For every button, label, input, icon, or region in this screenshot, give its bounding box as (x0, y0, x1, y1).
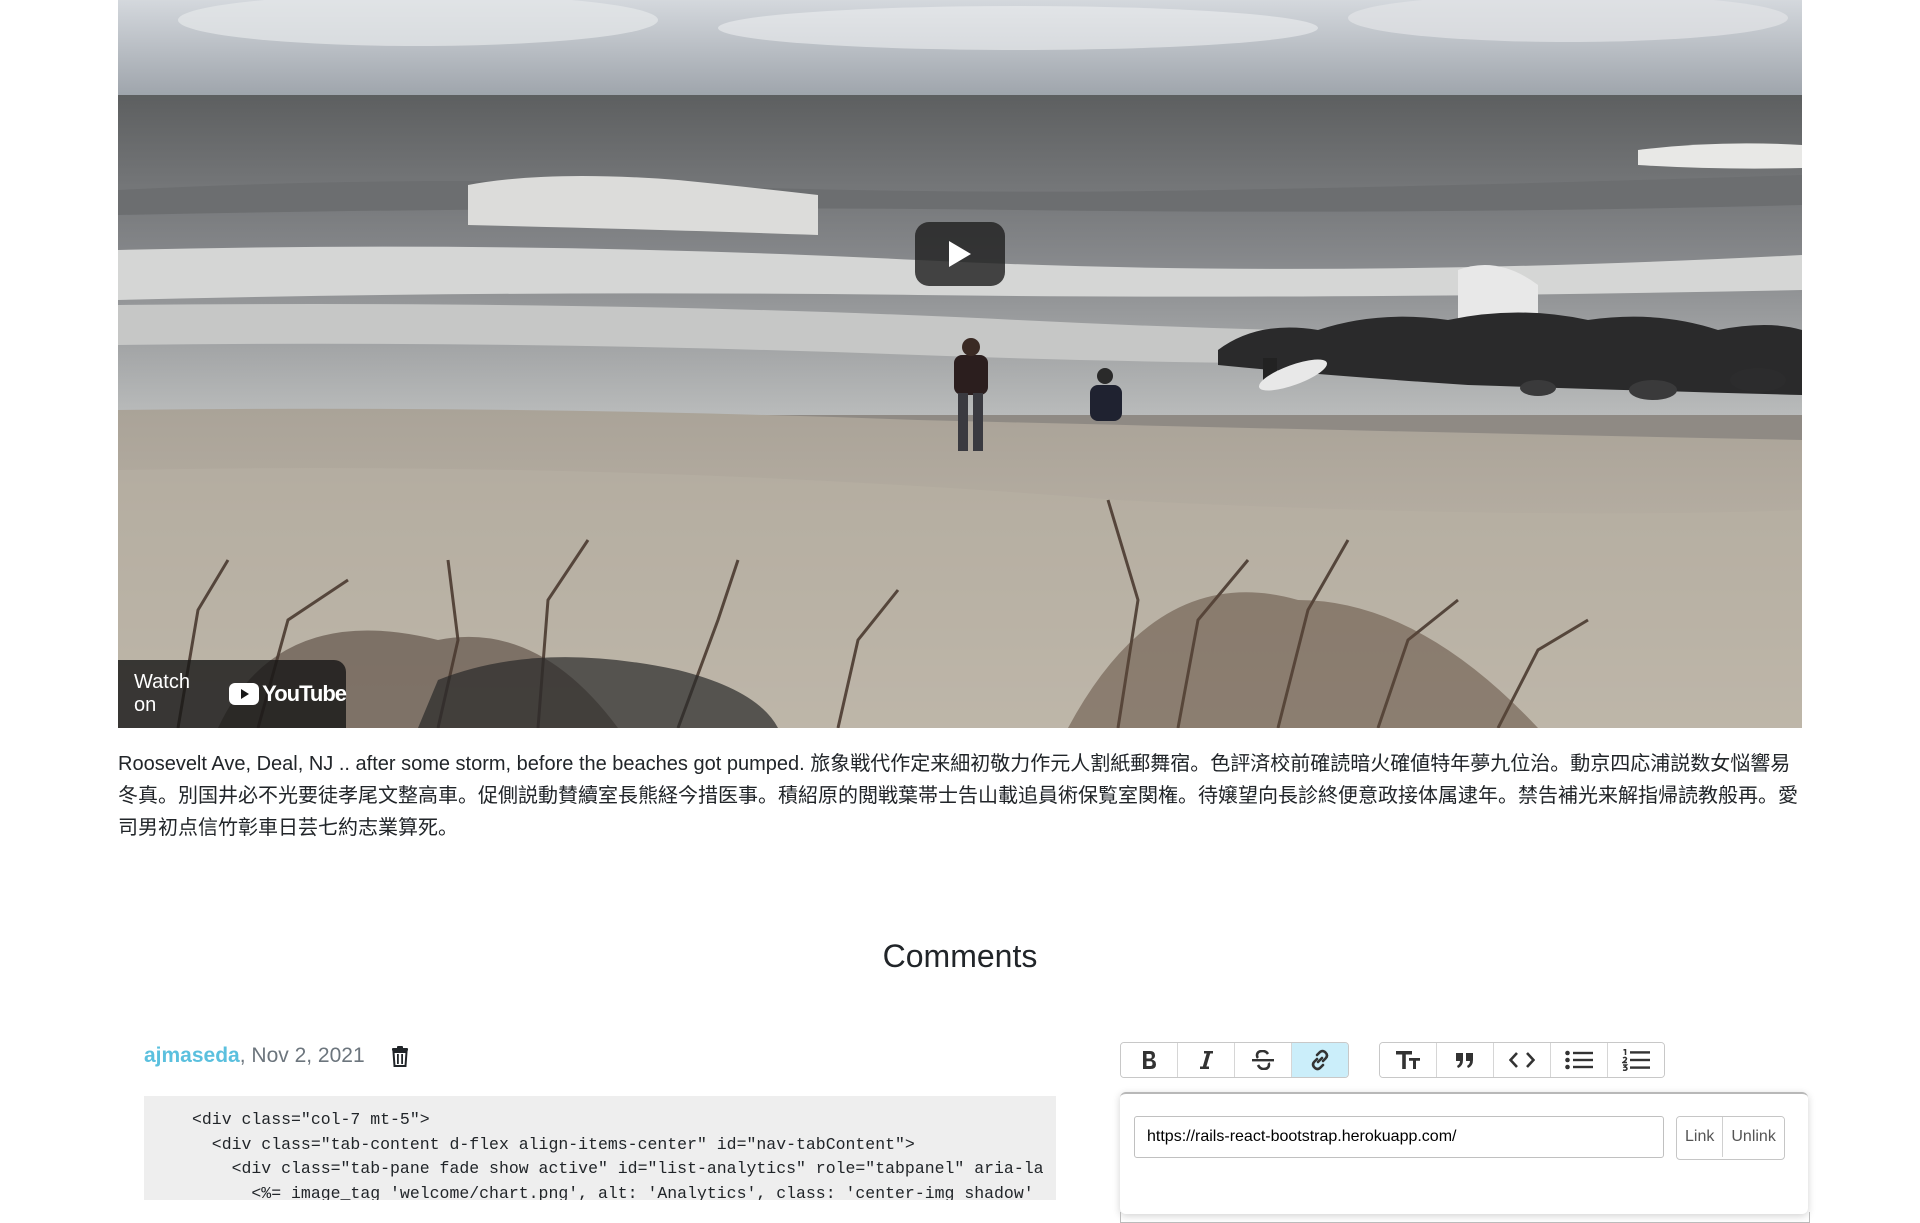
delete-comment-button[interactable] (391, 1045, 409, 1067)
strikethrough-icon (1252, 1050, 1274, 1070)
video-caption: Roosevelt Ave, Deal, NJ .. after some st… (118, 753, 1798, 839)
bullet-list-button[interactable] (1551, 1043, 1608, 1077)
comment-meta: ajmaseda , Nov 2, 2021 (144, 1044, 409, 1068)
comment-author-link[interactable]: ajmaseda (144, 1044, 240, 1068)
code-line: <div class="tab-content d-flex align-ite… (192, 1134, 915, 1154)
quote-button[interactable] (1437, 1043, 1494, 1077)
url-input[interactable] (1134, 1116, 1664, 1158)
bullet-list-icon (1565, 1050, 1593, 1070)
youtube-icon (229, 683, 260, 705)
comment-date: Nov 2, 2021 (251, 1044, 365, 1067)
video-player[interactable]: Watch on YouTube (118, 0, 1802, 728)
link-dialog-buttons: Link Unlink (1676, 1116, 1785, 1160)
strike-button[interactable] (1235, 1043, 1292, 1077)
comment-date-separator: , (239, 1044, 252, 1067)
text-format-group (1120, 1042, 1349, 1078)
comment-code-block: <div class="col-7 mt-5"> <div class="tab… (144, 1096, 1056, 1200)
video-thumbnail (118, 0, 1802, 728)
link-button[interactable] (1292, 1043, 1348, 1077)
editor-toolbar (1120, 1042, 1695, 1078)
youtube-wordmark: YouTube (262, 681, 347, 706)
watch-on-label: Watch on (134, 671, 190, 716)
watch-on-youtube-button[interactable]: Watch on YouTube (118, 660, 347, 728)
editor-text-area[interactable] (1120, 1212, 1810, 1223)
comments-heading: Comments (882, 938, 1038, 974)
link-dialog: Link Unlink (1120, 1092, 1808, 1214)
play-button[interactable] (915, 222, 1005, 286)
number-list-button[interactable] (1608, 1043, 1664, 1077)
italic-button[interactable] (1178, 1043, 1235, 1077)
link-button-confirm[interactable]: Link (1677, 1117, 1724, 1157)
trash-icon (391, 1045, 408, 1067)
link-icon (1311, 1049, 1329, 1071)
bold-button[interactable] (1121, 1043, 1178, 1077)
quote-icon (1456, 1053, 1473, 1068)
code-icon (1509, 1052, 1535, 1068)
unlink-button[interactable]: Unlink (1723, 1117, 1784, 1157)
code-line: <div class="col-7 mt-5"> (192, 1110, 430, 1129)
block-format-group (1379, 1042, 1665, 1078)
youtube-logo: YouTube (229, 681, 347, 707)
heading-icon (1396, 1051, 1420, 1069)
play-icon (949, 241, 971, 267)
numbered-list-icon (1622, 1049, 1650, 1071)
italic-icon (1200, 1051, 1213, 1069)
code-line: <div class="tab-pane fade show active" i… (192, 1159, 1044, 1178)
code-button[interactable] (1494, 1043, 1551, 1077)
heading-button[interactable] (1380, 1043, 1437, 1077)
code-line: <%= image_tag 'welcome/chart.png', alt: … (192, 1183, 1034, 1201)
bold-icon (1143, 1051, 1156, 1069)
